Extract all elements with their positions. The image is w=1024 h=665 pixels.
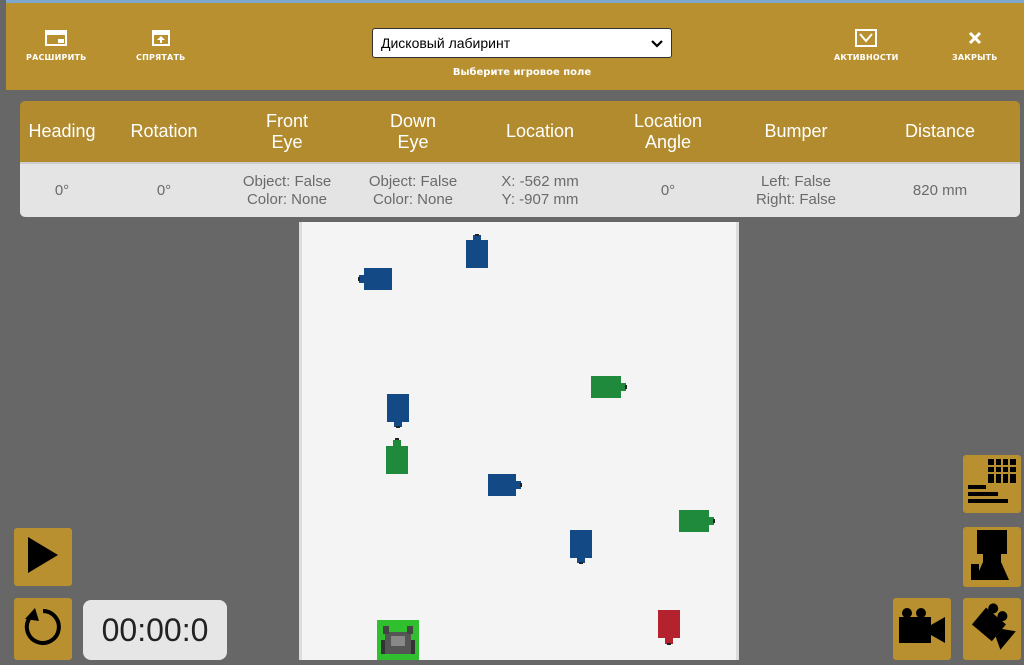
green-disk[interactable] [384,438,410,481]
value-front-eye: Object: False Color: None [242,173,332,208]
activities-label: АКТИВНОСТИ [834,53,899,62]
play-button[interactable] [14,528,72,586]
header-bumper: Bumper [764,121,828,142]
chevron-down-icon [651,35,663,51]
blue-disk[interactable] [568,528,594,569]
green-disk[interactable] [589,374,627,405]
playfield-caption: Выберите игровое поле [452,67,592,78]
value-location: X: -562 mm Y: -907 mm [501,173,579,208]
value-distance: 820 mm [912,181,968,199]
close-label: ЗАКРЫТЬ [952,53,998,62]
reset-icon [21,605,65,654]
hide-icon [150,29,172,47]
play-icon [26,535,60,580]
header-distance: Distance [904,121,976,142]
expand-button[interactable]: РАСШИРИТЬ [26,29,86,62]
data-table-button[interactable] [963,455,1021,513]
header-down-eye: Down Eye [389,110,437,152]
timer-display: 00:00:0 [83,600,227,660]
playfield[interactable] [299,222,739,660]
blue-disk[interactable] [464,234,490,275]
expand-icon [45,29,68,47]
top-view-camera-icon [967,602,1017,657]
value-bumper: Left: False Right: False [755,173,837,208]
robot[interactable] [377,620,419,665]
blue-disk[interactable] [486,472,522,503]
header-front-eye: Front Eye [265,110,308,152]
blue-disk[interactable] [358,266,392,297]
toolbar: РАСШИРИТЬ СПРЯТАТЬ Дисковый лабиринт Выб… [6,0,1024,90]
value-location-angle: 0° [660,181,676,199]
value-rotation: 0° [156,181,172,199]
sensor-header-row: Heading Rotation Front Eye Down Eye Loca… [20,101,1020,162]
data-table-icon [966,457,1018,512]
value-down-eye: Object: False Color: None [368,173,458,208]
camera-icon [897,607,947,652]
header-location-angle: Location Angle [633,110,703,152]
red-disk[interactable] [656,608,682,651]
value-heading: 0° [54,181,70,199]
blue-disk[interactable] [385,392,411,433]
reset-button[interactable] [14,598,72,660]
playfield-select-value: Дисковый лабиринт [381,35,511,51]
green-disk[interactable] [677,508,715,539]
sensor-panel: Heading Rotation Front Eye Down Eye Loca… [20,101,1020,217]
hide-label: СПРЯТАТЬ [136,53,186,62]
sensor-value-row: 0° 0° Object: False Color: None Object: … [20,162,1020,217]
header-location: Location [505,121,575,142]
top-view-camera-button[interactable] [963,598,1021,660]
header-rotation: Rotation [130,121,198,142]
activities-button[interactable]: АКТИВНОСТИ [834,29,899,62]
hide-button[interactable]: СПРЯТАТЬ [136,29,185,62]
header-heading: Heading [28,121,96,142]
robot-view-icon [969,528,1015,587]
close-icon [964,29,986,47]
playfield-selector: Дисковый лабиринт Выберите игровое поле [372,28,672,78]
camera-button[interactable] [893,598,951,660]
playfield-select[interactable]: Дисковый лабиринт [372,28,672,58]
activities-icon [855,29,878,47]
expand-label: РАСШИРИТЬ [26,53,87,62]
robot-view-button[interactable] [963,527,1021,587]
close-button[interactable]: ЗАКРЫТЬ [952,29,998,62]
